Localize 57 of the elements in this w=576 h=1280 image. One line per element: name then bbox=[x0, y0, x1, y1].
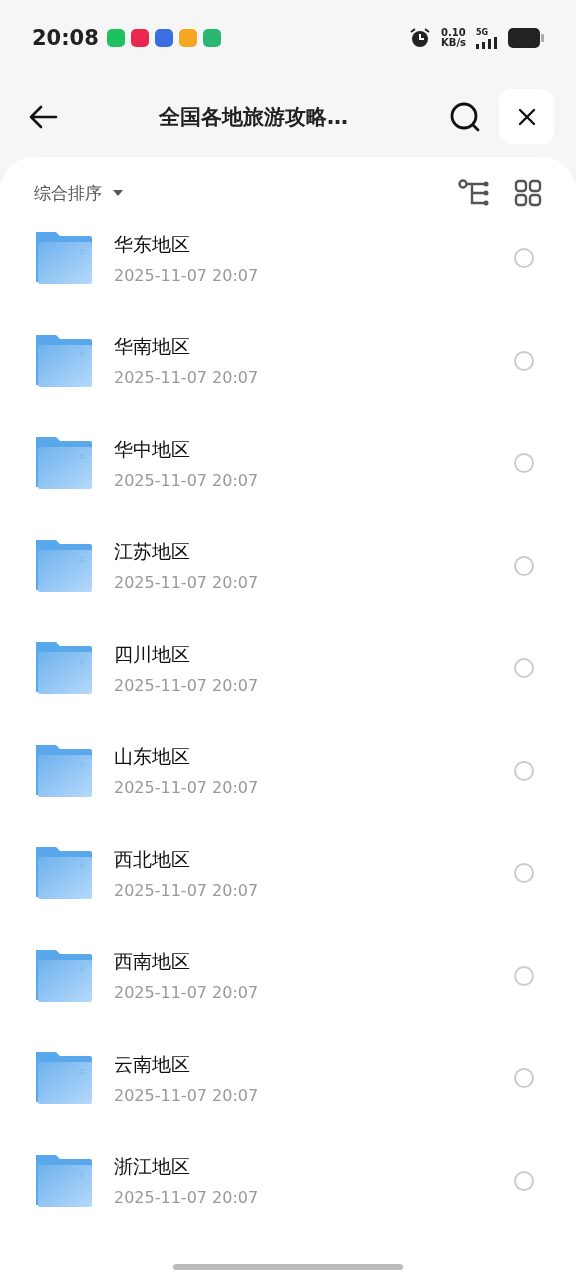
modified-date: 2025-11-07 20:07 bbox=[114, 368, 260, 388]
select-radio[interactable] bbox=[514, 453, 534, 474]
select-radio[interactable] bbox=[514, 965, 534, 986]
back-arrow-icon[interactable] bbox=[28, 104, 58, 129]
folder-name[interactable]: 山东地区 bbox=[114, 744, 494, 771]
folder-icon bbox=[34, 640, 94, 697]
folder-icon bbox=[34, 1152, 94, 1209]
caret-icon[interactable] bbox=[112, 189, 124, 197]
folder-name[interactable]: 江苏地区 bbox=[114, 539, 494, 566]
folder-icon bbox=[34, 537, 94, 594]
folder-icon bbox=[34, 332, 94, 389]
select-radio[interactable] bbox=[514, 658, 534, 679]
modified-date: 2025-11-07 20:07 bbox=[114, 675, 260, 695]
grid-view-icon[interactable] bbox=[514, 179, 542, 207]
folder-icon bbox=[34, 1050, 94, 1107]
modified-date: 2025-11-07 20:07 bbox=[114, 1188, 260, 1208]
folder-icon bbox=[34, 435, 94, 492]
modified-date: 2025-11-07 20:07 bbox=[114, 1085, 260, 1105]
folder-name[interactable]: 华中地区 bbox=[114, 436, 494, 463]
folder-name[interactable]: 浙江地区 bbox=[114, 1154, 494, 1181]
folder-name[interactable]: 西南地区 bbox=[114, 949, 494, 976]
folder-name[interactable]: 四川地区 bbox=[114, 641, 494, 668]
close-icon[interactable] bbox=[517, 107, 536, 126]
modified-date: 2025-11-07 20:07 bbox=[114, 470, 260, 490]
tree-view-icon[interactable] bbox=[458, 179, 490, 207]
modified-date: 2025-11-07 20:07 bbox=[114, 880, 260, 900]
battery-icon bbox=[508, 28, 544, 48]
folder-name[interactable]: 西北地区 bbox=[114, 846, 494, 873]
select-radio[interactable] bbox=[514, 248, 534, 269]
status-time: 20:08 bbox=[32, 26, 99, 50]
folder-icon bbox=[34, 742, 94, 799]
network-type: 5G bbox=[476, 27, 489, 37]
folder-icon bbox=[34, 845, 94, 902]
modified-date: 2025-11-07 20:07 bbox=[114, 778, 260, 798]
select-radio[interactable] bbox=[514, 555, 534, 576]
folder-name[interactable]: 华南地区 bbox=[114, 334, 494, 361]
close-button[interactable] bbox=[499, 89, 554, 144]
select-radio[interactable] bbox=[514, 863, 534, 884]
alarm-icon bbox=[409, 27, 431, 49]
select-radio[interactable] bbox=[514, 1170, 534, 1191]
folder-name[interactable]: 云南地区 bbox=[114, 1051, 494, 1078]
search-icon[interactable] bbox=[449, 100, 481, 133]
select-radio[interactable] bbox=[514, 1068, 534, 1089]
network-speed-unit: KB/s bbox=[441, 38, 466, 48]
modified-date: 2025-11-07 20:07 bbox=[114, 983, 260, 1003]
signal-icon bbox=[476, 36, 500, 49]
select-radio[interactable] bbox=[514, 350, 534, 371]
folder-icon bbox=[34, 230, 94, 287]
modified-date: 2025-11-07 20:07 bbox=[114, 265, 260, 285]
page-title: 全国各地旅游攻略… bbox=[158, 103, 349, 131]
modified-date: 2025-11-07 20:07 bbox=[114, 573, 260, 593]
home-indicator[interactable] bbox=[173, 1264, 403, 1270]
folder-icon bbox=[34, 947, 94, 1004]
sort-dropdown[interactable]: 综合排序 bbox=[34, 181, 124, 205]
network-speed: 0.10 bbox=[441, 28, 466, 38]
select-radio[interactable] bbox=[514, 760, 534, 781]
folder-name[interactable]: 华东地区 bbox=[114, 231, 494, 258]
